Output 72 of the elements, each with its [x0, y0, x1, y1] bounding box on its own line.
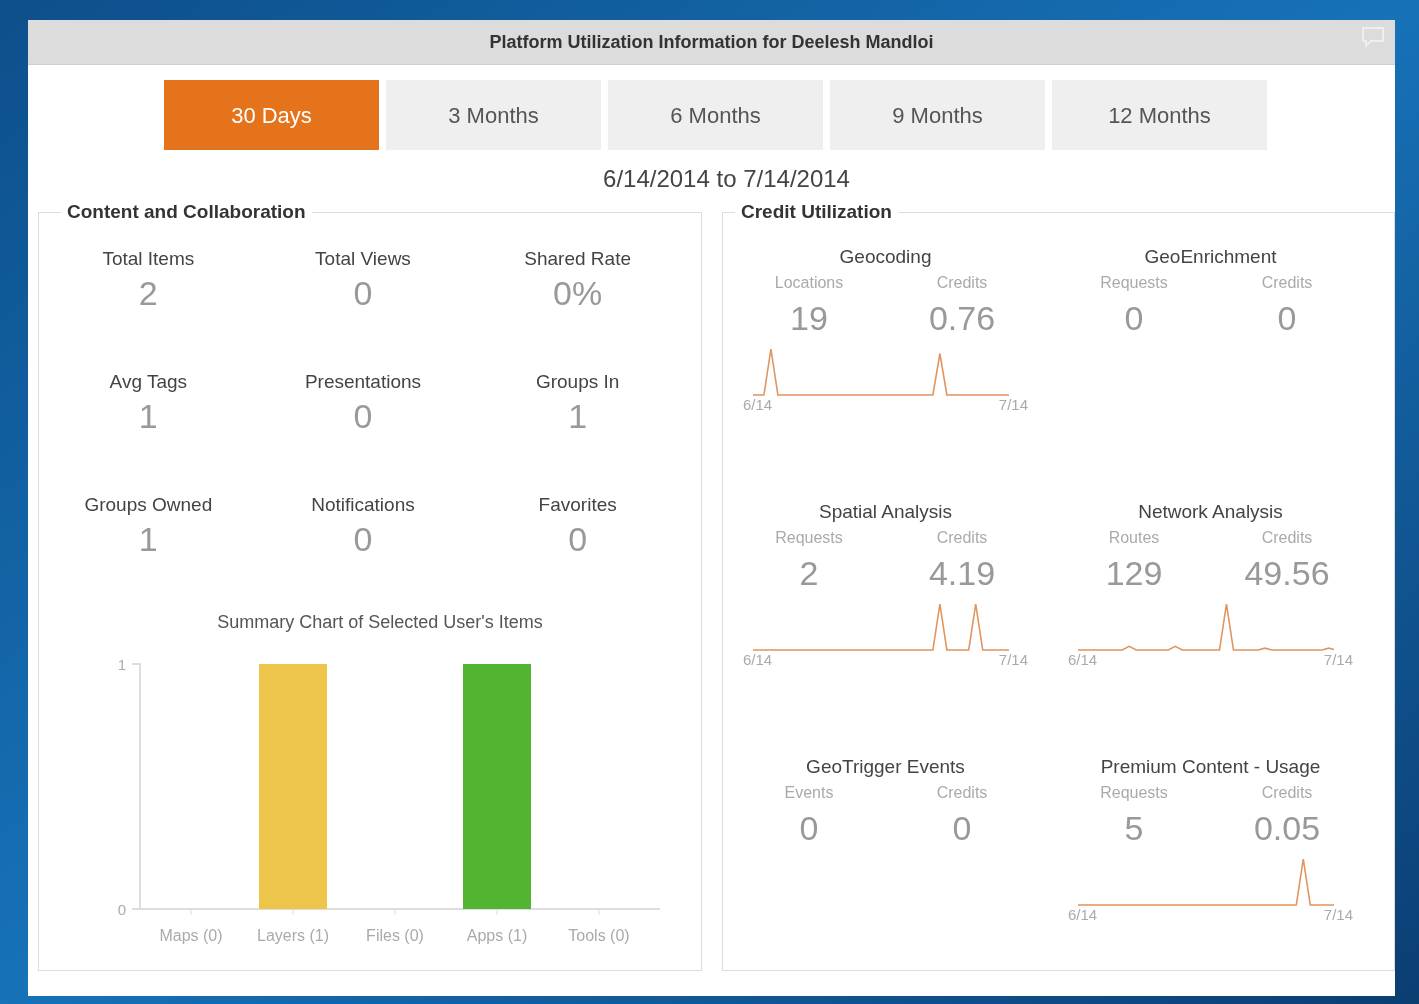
- stat-value: 0%: [553, 272, 603, 314]
- category-label: Layers (1): [257, 926, 329, 944]
- axis-label: 6/14: [743, 396, 773, 413]
- stat-label: Groups Owned: [84, 492, 213, 517]
- card-title: GeoEnrichment: [1144, 244, 1277, 269]
- stat-label: Favorites: [538, 492, 617, 517]
- window-title: Platform Utilization Information for Deelesh Mandloi: [489, 30, 934, 54]
- card-title: GeoTrigger Events: [806, 754, 965, 779]
- metric-value: 49.56: [1244, 552, 1330, 594]
- card-title: Premium Content - Usage: [1100, 754, 1321, 779]
- metric-label: Requests: [775, 527, 843, 548]
- axis-label: 7/14: [1323, 651, 1353, 668]
- metric-value: 5: [1124, 807, 1144, 849]
- metric-value: 0: [799, 807, 819, 849]
- stat-label: Presentations: [304, 369, 422, 394]
- period-tab[interactable]: 3 Months: [386, 80, 601, 150]
- stat-value: 1: [138, 518, 158, 560]
- metric-label: Credits: [1261, 782, 1313, 803]
- period-tab[interactable]: 12 Months: [1052, 80, 1267, 150]
- axis-label: 6/14: [1068, 906, 1098, 923]
- stat-value: 1: [138, 395, 158, 437]
- metric-value: 4.19: [928, 552, 996, 594]
- metric-label: Requests: [1100, 272, 1168, 293]
- tick-label: 1: [117, 655, 126, 672]
- stat-value: 1: [568, 395, 588, 437]
- category-label: Apps (1): [466, 926, 528, 944]
- date-range: 6/14/2014 to 7/14/2014: [603, 165, 850, 193]
- metric-value: 0: [952, 807, 972, 849]
- metric-label: Credits: [936, 782, 988, 803]
- metric-value: 0: [1277, 297, 1297, 339]
- category-label: Maps (0): [159, 926, 223, 944]
- stat-value: 2: [138, 272, 158, 314]
- metric-label: Credits: [936, 272, 988, 293]
- chart-title: Summary Chart of Selected User's Items: [217, 610, 543, 634]
- axis-label: 7/14: [998, 396, 1028, 413]
- stat-label: Total Views: [315, 246, 411, 271]
- metric-value: 0.05: [1253, 807, 1321, 849]
- metric-label: Credits: [1261, 527, 1313, 548]
- axis-label: 7/14: [998, 651, 1028, 668]
- metric-value: 0: [1124, 297, 1144, 339]
- stat-value: 0: [353, 272, 373, 314]
- metric-label: Routes: [1108, 527, 1160, 548]
- metric-value: 129: [1105, 552, 1163, 594]
- tick-label: 0: [117, 900, 126, 917]
- card-title: Geocoding: [839, 244, 932, 269]
- category-label: Tools (0): [568, 926, 630, 944]
- stat-label: Avg Tags: [109, 369, 188, 394]
- metric-value: 0.76: [928, 297, 996, 339]
- metric-value: 19: [790, 297, 828, 339]
- axis-label: 6/14: [1068, 651, 1098, 668]
- metric-label: Locations: [774, 272, 844, 293]
- metric-label: Credits: [1261, 272, 1313, 293]
- stat-value: 0: [568, 518, 588, 560]
- axis-label: 7/14: [1323, 906, 1353, 923]
- stat-label: Total Items: [102, 246, 195, 271]
- metric-label: Requests: [1100, 782, 1168, 803]
- period-tab[interactable]: 6 Months: [608, 80, 823, 150]
- stat-value: 0: [353, 518, 373, 560]
- card-title: Spatial Analysis: [818, 499, 953, 524]
- section-title: Content and Collaboration: [66, 200, 307, 224]
- stat-label: Groups In: [535, 369, 620, 394]
- metric-label: Credits: [936, 527, 988, 548]
- metric-label: Events: [784, 782, 834, 803]
- card-title: Network Analysis: [1138, 499, 1283, 524]
- stat-label: Shared Rate: [524, 246, 631, 271]
- axis-label: 6/14: [743, 651, 773, 668]
- period-tab[interactable]: 9 Months: [830, 80, 1045, 150]
- stat-label: Notifications: [311, 492, 415, 517]
- category-label: Files (0): [366, 926, 424, 944]
- section-title: Credit Utilization: [740, 200, 893, 224]
- metric-value: 2: [799, 552, 819, 594]
- stat-value: 0: [353, 395, 373, 437]
